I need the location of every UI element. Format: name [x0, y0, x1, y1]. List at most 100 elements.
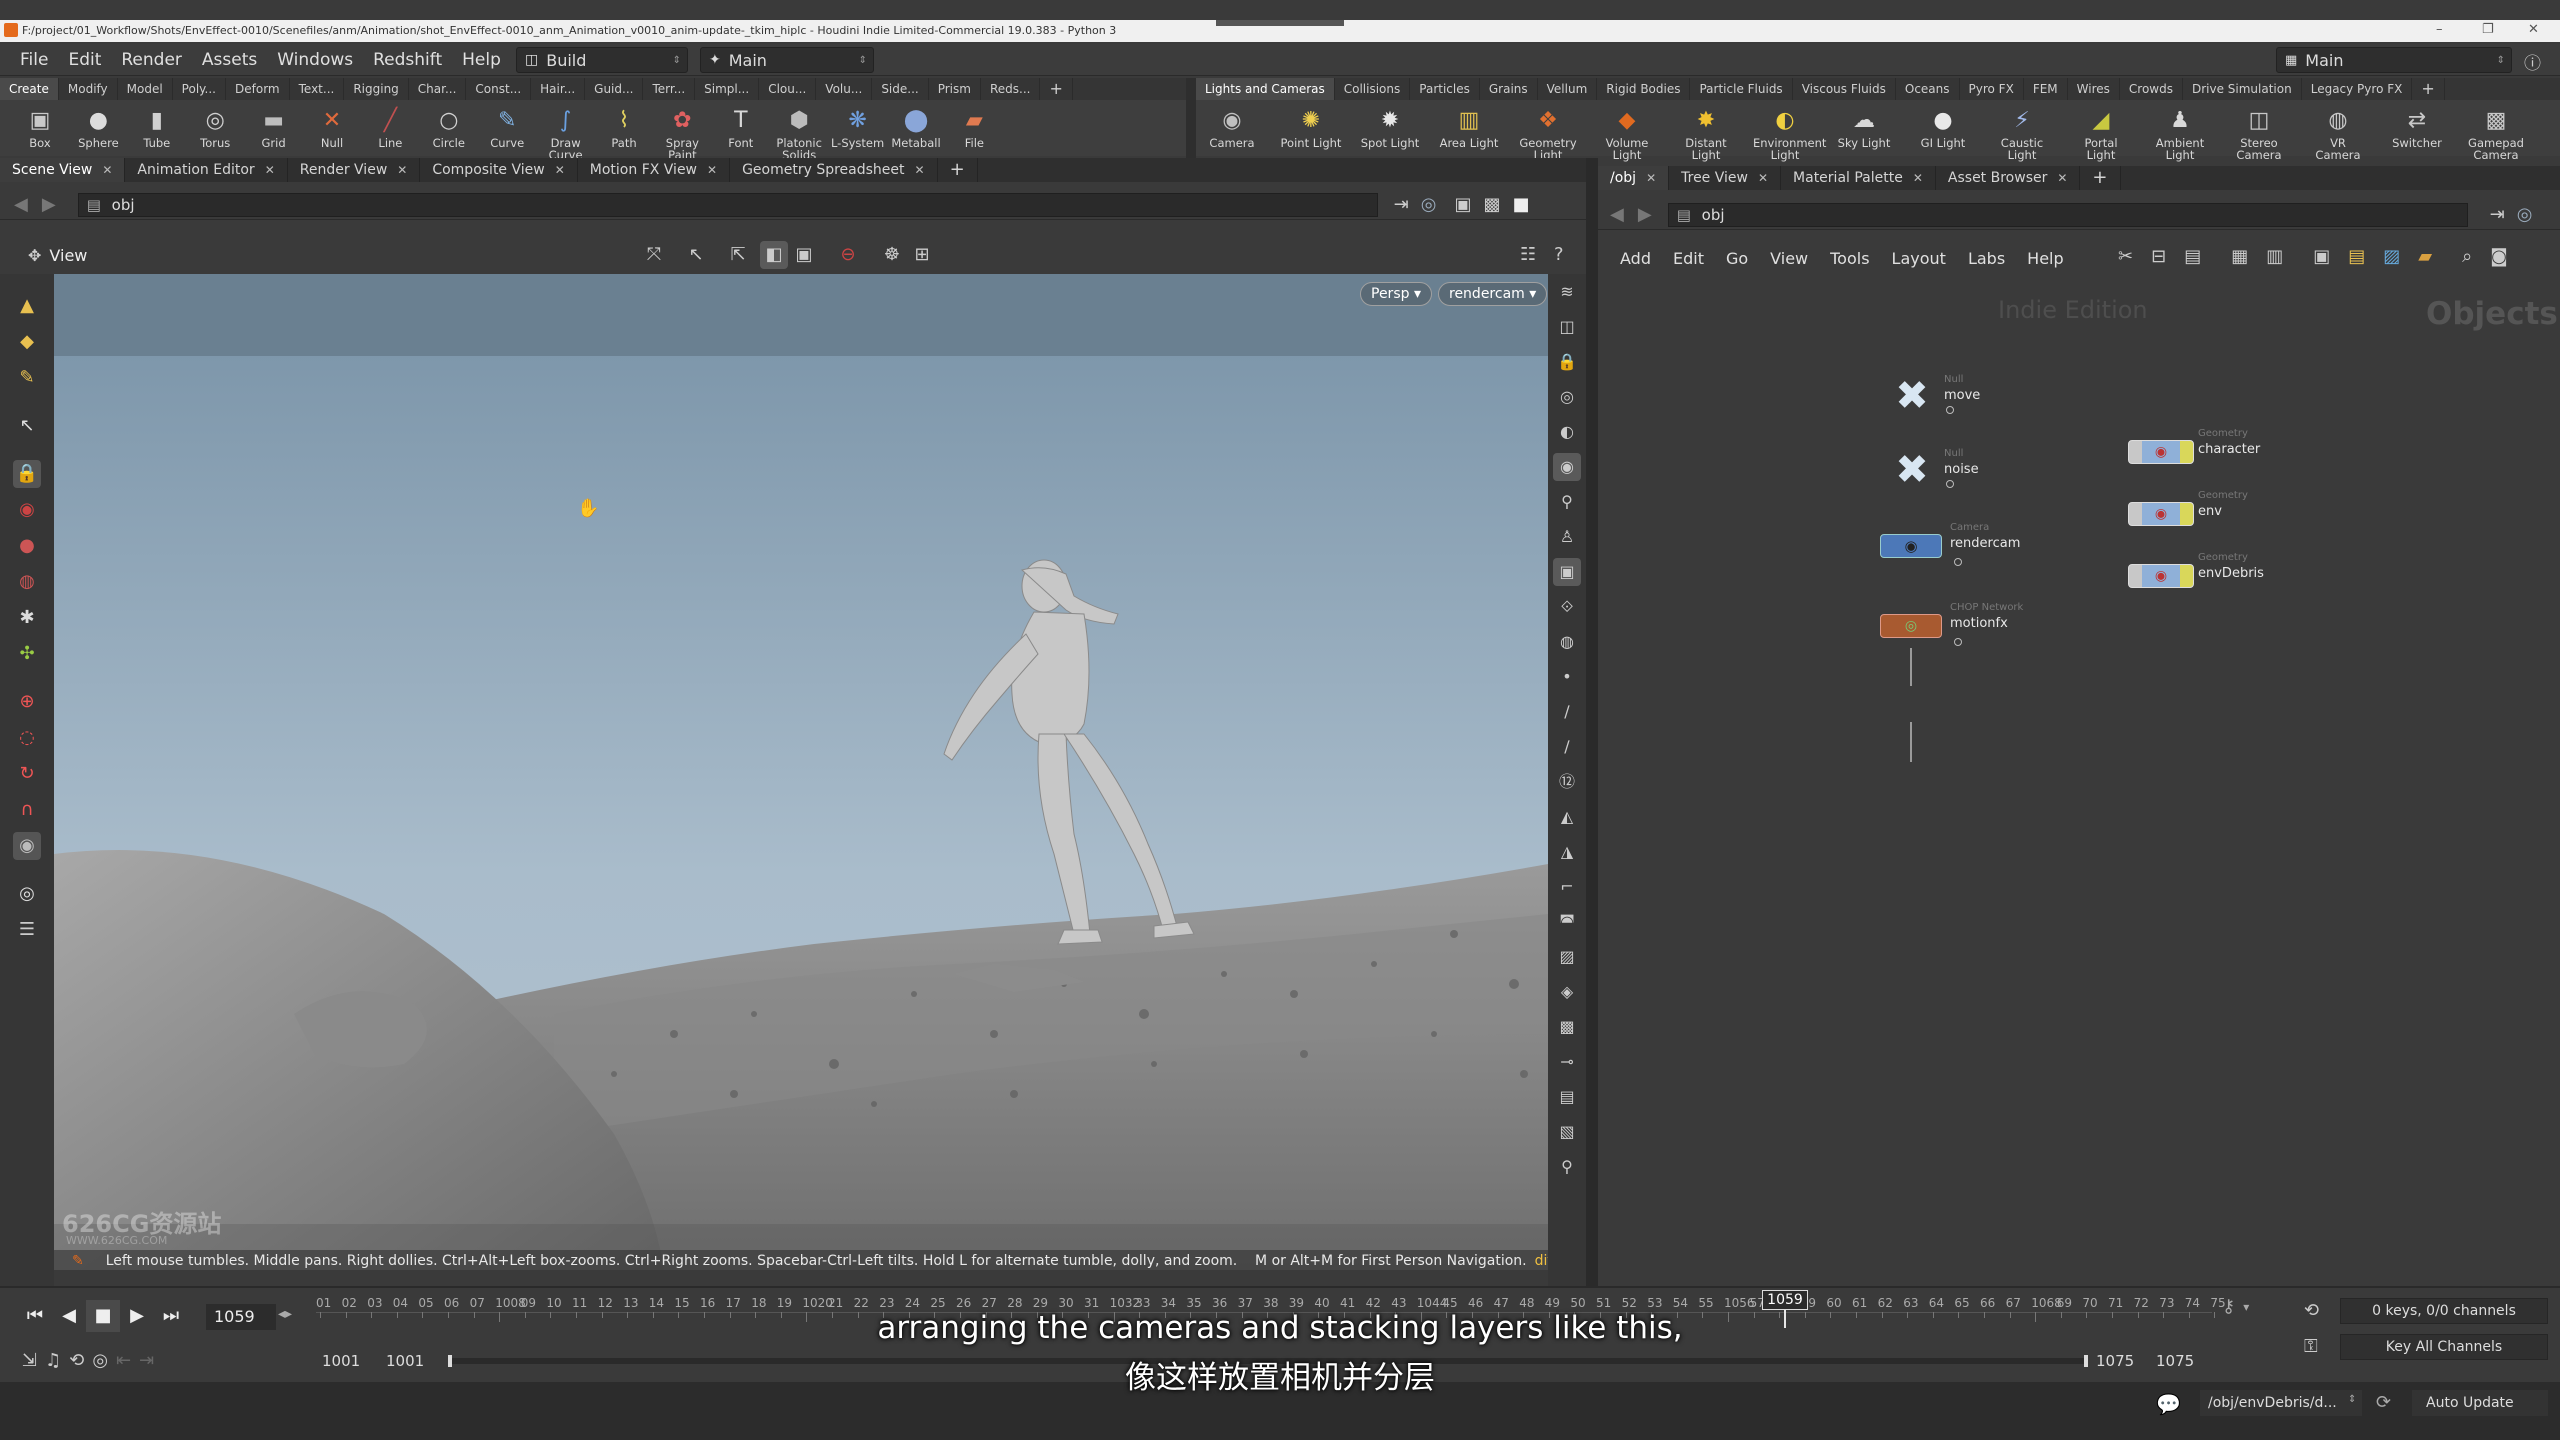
number-icon[interactable]: ⑫ [1553, 768, 1581, 796]
shelf-tab-grains[interactable]: Grains [1480, 78, 1538, 100]
menu-help[interactable]: Help [462, 50, 501, 70]
display-options-icon[interactable]: ☷ [1520, 244, 1536, 265]
select-icon[interactable]: ↖ [13, 412, 41, 440]
scene-viewport[interactable]: ✋ Persp ▾ rendercam ▾ 626CG资源站 WWW.626CG… [54, 274, 1548, 1270]
magnet-icon[interactable]: ∩ [13, 796, 41, 824]
network-menu-labs[interactable]: Labs [1968, 249, 2005, 268]
shelf-tab-modify[interactable]: Modify [59, 78, 118, 100]
close-tab-icon[interactable]: ✕ [102, 163, 112, 177]
select-icon[interactable]: ↖ [682, 241, 710, 269]
ghost-icon[interactable]: ◧ [760, 241, 788, 269]
tool-platonic-solids[interactable]: ⬢ Platonic Solids [767, 100, 831, 161]
network-set-dropdown[interactable]: ✦ Main ⇕ [700, 47, 874, 73]
checker-icon[interactable]: ▨ [1553, 943, 1581, 971]
tool-gi-light[interactable]: ● GI Light [1911, 100, 1975, 156]
pin-icon[interactable]: ⇥ [2490, 204, 2505, 225]
tool-tube[interactable]: ▮ Tube [125, 100, 189, 156]
close-tab-icon[interactable]: ✕ [707, 163, 717, 177]
chop-node-icon[interactable]: ◎ [1880, 614, 1942, 638]
shelf-tab-volu[interactable]: Volu... [816, 78, 873, 100]
camera-icon[interactable]: ◍ [13, 568, 41, 596]
bulb-icon[interactable]: ⚲ [1553, 488, 1581, 516]
tools-icon[interactable]: ✂ [2118, 246, 2133, 267]
display-icon[interactable]: ▣ [790, 241, 818, 269]
corner-icon[interactable]: ⌐ [1553, 873, 1581, 901]
menu-windows[interactable]: Windows [277, 50, 353, 70]
null-node-icon[interactable]: ✖ [1888, 376, 1936, 416]
tool-caustic-light[interactable]: ⚡ Caustic Light [1990, 100, 2054, 161]
output-port-icon[interactable] [1954, 558, 1962, 566]
shelf-tab-vellum[interactable]: Vellum [1538, 78, 1598, 100]
tab-render-view[interactable]: Render View ✕ [288, 158, 421, 182]
shelf-tab-lights-and-cameras[interactable]: Lights and Cameras [1196, 78, 1335, 100]
tool-vr-camera[interactable]: ◍ VR Camera [2306, 100, 2370, 161]
window-drag-handle[interactable] [1216, 20, 1344, 26]
gear-handle-icon[interactable]: ✱ [13, 604, 41, 632]
shelf-tab-terr[interactable]: Terr... [643, 78, 696, 100]
hat-icon[interactable]: ◚ [1553, 908, 1581, 936]
help-icon[interactable]: ? [1554, 244, 1564, 265]
shelf-tab-clou[interactable]: Clou... [759, 78, 817, 100]
tool-spray-paint[interactable]: ✿ Spray Paint [650, 100, 714, 161]
geo-node-icon[interactable]: ◉ [2128, 502, 2194, 526]
sticky-note-icon[interactable]: ▤ [2348, 246, 2365, 267]
tab-motion-fx-view[interactable]: Motion FX View ✕ [578, 158, 731, 182]
close-tab-icon[interactable]: ✕ [397, 163, 407, 177]
tab-geometry-spreadsheet[interactable]: Geometry Spreadsheet ✕ [730, 158, 938, 182]
tool-torus[interactable]: ◎ Torus [183, 100, 247, 156]
tool-l-system[interactable]: ❋ L-System [826, 100, 890, 156]
tool-environment-light[interactable]: ◐ Environment Light [1753, 100, 1826, 161]
brush-icon[interactable]: ∕ [1553, 698, 1581, 726]
stack-icon[interactable]: ▤ [1553, 1083, 1581, 1111]
menu-file[interactable]: File [20, 50, 48, 70]
network-menu-view[interactable]: View [1770, 249, 1808, 268]
camera-icon[interactable]: ◙ [2490, 246, 2507, 267]
light-icon[interactable]: ◉ [1553, 453, 1581, 481]
table-icon[interactable]: ▥ [2266, 246, 2283, 267]
search-icon[interactable]: ⌕ [2462, 246, 2472, 267]
frame-marker[interactable]: 1059 [1762, 1290, 1808, 1310]
view-icon[interactable]: ▲ [13, 292, 41, 320]
shelf-tab-rigid-bodies[interactable]: Rigid Bodies [1597, 78, 1691, 100]
image-icon[interactable]: ▧ [1553, 1118, 1581, 1146]
close-tab-icon[interactable]: ✕ [1646, 171, 1656, 185]
shelf-tab-legacy-pyro-fx[interactable]: Legacy Pyro FX [2302, 78, 2413, 100]
shelf-tab-const[interactable]: Const... [466, 78, 532, 100]
square-icon[interactable]: ■ [1513, 194, 1530, 215]
network-menu-add[interactable]: Add [1620, 249, 1651, 268]
tool-curve[interactable]: ✎ Curve [475, 100, 539, 156]
tab-scene-view[interactable]: Scene View ✕ [0, 158, 126, 182]
tab-composite-view[interactable]: Composite View ✕ [420, 158, 578, 182]
lasso-icon[interactable]: ◌ [13, 724, 41, 752]
network-menu-tools[interactable]: Tools [1830, 249, 1869, 268]
lock-icon[interactable]: 🔒 [1553, 348, 1581, 376]
shelf-tab-reds[interactable]: Reds... [981, 78, 1041, 100]
red-handle-icon[interactable]: ◉ [13, 496, 41, 524]
shelf-tab-crowds[interactable]: Crowds [2120, 78, 2183, 100]
tab-tree-view[interactable]: Tree View ✕ [1669, 166, 1782, 190]
maximize-button[interactable]: ❐ [2482, 22, 2494, 37]
shelf-tab-deform[interactable]: Deform [226, 78, 290, 100]
shelf-tab-poly[interactable]: Poly... [173, 78, 226, 100]
link-icon[interactable]: ◎ [1421, 194, 1437, 215]
tool-camera[interactable]: ◉ Camera [1200, 100, 1264, 156]
shelf-tab-wires[interactable]: Wires [2068, 78, 2120, 100]
shelf-tab-rigging[interactable]: Rigging [344, 78, 409, 100]
sphere-icon[interactable]: ◐ [1553, 418, 1581, 446]
transform-icon[interactable]: ⇱ [724, 241, 752, 269]
help-icon[interactable]: ⓘ [2524, 49, 2541, 74]
shelf-tab-char[interactable]: Char... [409, 78, 467, 100]
pin-icon[interactable]: ⇥ [1394, 194, 1409, 215]
tab-material-palette[interactable]: Material Palette ✕ [1781, 166, 1936, 190]
dot-icon[interactable]: • [1553, 663, 1581, 691]
network-menu-go[interactable]: Go [1726, 249, 1748, 268]
shelf-tab-viscous-fluids[interactable]: Viscous Fluids [1793, 78, 1896, 100]
close-window-button[interactable]: ✕ [2528, 22, 2539, 37]
record-icon[interactable]: ⊖ [834, 241, 862, 269]
shelf-tab-hair[interactable]: Hair... [531, 78, 586, 100]
sphere-handle-icon[interactable]: ● [13, 532, 41, 560]
tool-line[interactable]: ╱ Line [358, 100, 422, 156]
tool-area-light[interactable]: ▥ Area Light [1437, 100, 1501, 156]
close-tab-icon[interactable]: ✕ [1913, 171, 1923, 185]
geo-node-icon[interactable]: ◉ [2128, 440, 2194, 464]
